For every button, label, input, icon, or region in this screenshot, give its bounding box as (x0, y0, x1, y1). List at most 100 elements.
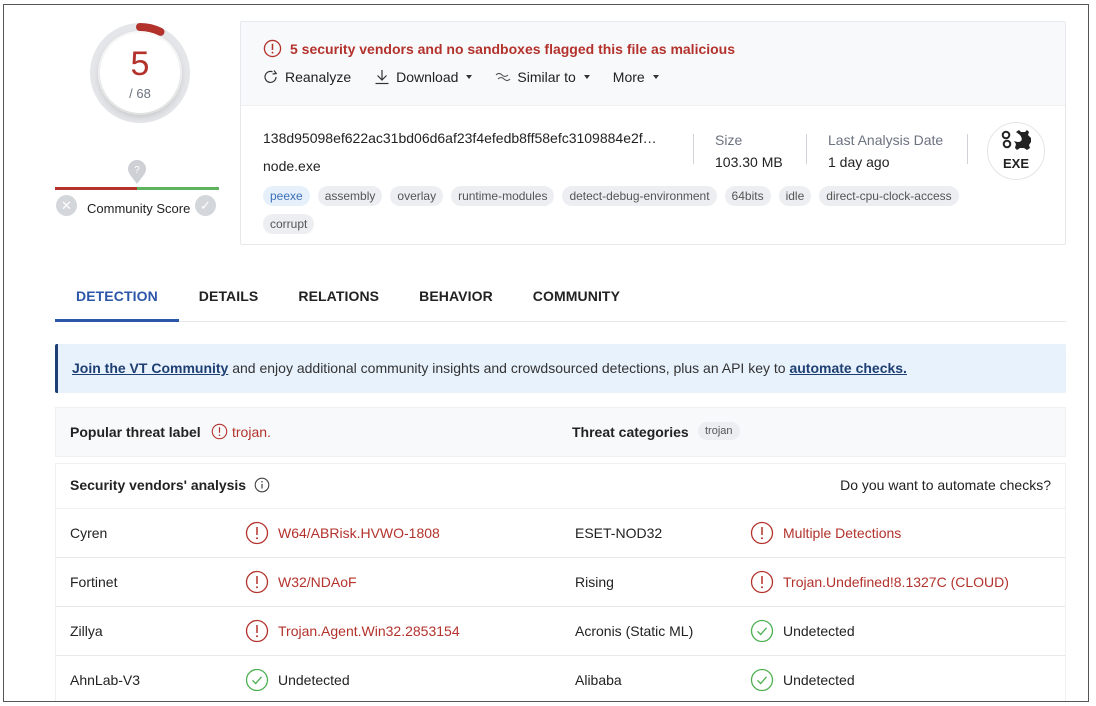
popular-threat-text: trojan. (232, 423, 271, 440)
file-hash[interactable]: 138d95098ef622ac31bd06d6af23f4efedb8ff58… (263, 130, 657, 146)
check-icon-wrap (750, 619, 774, 643)
reanalyze-label: Reanalyze (285, 69, 352, 85)
last-analysis-label: Last Analysis Date (828, 132, 944, 148)
chevron-down-icon (652, 75, 659, 79)
vendor-name: Cyren (70, 525, 108, 541)
vendor-result[interactable]: Trojan.Undefined!8.1327C (CLOUD) (750, 570, 1009, 594)
vendor-result[interactable]: W32/NDAoF (245, 570, 357, 594)
file-tag[interactable]: runtime-modules (451, 186, 555, 206)
community-score-pin-glyph: ? (134, 165, 140, 176)
vendors-header: Security vendors' analysis Do you want t… (55, 463, 1066, 508)
threat-summary: Popular threat label trojan. Threat cate… (55, 407, 1066, 457)
more-button[interactable]: More (613, 69, 659, 85)
alert-icon-wrap (245, 619, 269, 643)
file-tag[interactable]: corrupt (263, 214, 315, 234)
alert-icon (245, 570, 269, 594)
exe-gears-icon (1001, 130, 1031, 150)
automate-checks-link[interactable]: automate checks. (789, 360, 907, 376)
file-type-label: EXE (1002, 156, 1029, 171)
vendor-result[interactable]: Trojan.Agent.Win32.2853154 (245, 619, 460, 643)
alert-icon-wrap (750, 521, 774, 545)
download-button[interactable]: Download (374, 69, 473, 85)
vendor-result[interactable]: Multiple Detections (750, 521, 901, 545)
tab-behavior[interactable]: BEHAVIOR (399, 273, 513, 321)
file-tags: peexe assembly overlay runtime-modules detec… (263, 186, 1023, 242)
file-tag[interactable]: detect-debug-environment (562, 186, 717, 206)
vendor-result-text: W32/NDAoF (278, 574, 357, 590)
tab-bar: DETECTION DETAILS RELATIONS BEHAVIOR COMMUNI… (55, 273, 1066, 322)
vendor-name: Zillya (70, 623, 103, 639)
popular-threat-value[interactable]: trojan. (211, 423, 271, 440)
file-tag[interactable]: assembly (317, 186, 383, 206)
check-circle-icon (245, 668, 269, 692)
table-row: Cyren W64/ABRisk.HVWO-1808 ESET-NOD32 Multi… (56, 509, 1065, 558)
vendor-result[interactable]: W64/ABRisk.HVWO-1808 (245, 521, 440, 545)
vendor-name: ESET-NOD32 (575, 525, 663, 541)
file-name: node.exe (263, 158, 321, 174)
last-analysis-value: 1 day ago (828, 154, 890, 170)
tab-relations[interactable]: RELATIONS (278, 273, 399, 321)
alert-icon-wrap (245, 570, 269, 594)
vendor-name: AhnLab-V3 (70, 672, 141, 688)
size-value: 103.30 MB (715, 154, 783, 170)
reanalyze-button[interactable]: Reanalyze (263, 69, 351, 85)
threat-categories-label: Threat categories (572, 424, 689, 440)
similar-icon (496, 72, 511, 82)
alert-icon (750, 521, 774, 545)
vendor-result: Undetected (245, 668, 350, 692)
malicious-alert: 5 security vendors and no sandboxes flag… (263, 39, 1065, 58)
detection-score-center: 5 / 68 (100, 33, 180, 113)
vendor-result-text: Undetected (783, 672, 855, 688)
divider (693, 134, 694, 164)
engine-total: / 68 (129, 86, 151, 101)
vendor-name: Rising (575, 574, 614, 590)
banner-text: and enjoy additional community insights … (228, 360, 790, 376)
vendors-table: Cyren W64/ABRisk.HVWO-1808 ESET-NOD32 Multi… (55, 508, 1066, 701)
vendor-result: Undetected (750, 619, 855, 643)
community-dislike-button[interactable]: ✕ (56, 195, 77, 216)
download-icon (375, 70, 389, 85)
similar-to-button[interactable]: Similar to (495, 69, 590, 85)
alert-icon-wrap (245, 521, 269, 545)
popular-threat-label: Popular threat label (70, 424, 201, 440)
chevron-down-icon (466, 75, 473, 79)
tab-community[interactable]: COMMUNITY (513, 273, 640, 321)
file-tag[interactable]: 64bits (724, 186, 771, 206)
alert-icon (245, 521, 269, 545)
vendor-result-text: W64/ABRisk.HVWO-1808 (278, 525, 440, 541)
community-score-pin-icon: ? (128, 160, 146, 184)
divider (806, 134, 807, 164)
vendor-name: Acronis (Static ML) (575, 623, 694, 639)
file-tag[interactable]: idle (778, 186, 812, 206)
check-icon-wrap (245, 668, 269, 692)
tab-detection[interactable]: DETECTION (55, 273, 179, 322)
check-circle-icon (750, 668, 774, 692)
threat-category-tag[interactable]: trojan (698, 422, 740, 440)
vendors-title: Security vendors' analysis (70, 477, 270, 493)
chevron-down-icon (583, 75, 590, 79)
detection-score-widget: 5 / 68 (88, 21, 192, 125)
file-tag[interactable]: peexe (263, 186, 310, 206)
file-summary-card: 5 security vendors and no sandboxes flag… (240, 21, 1066, 245)
detection-count: 5 (130, 45, 150, 83)
community-score-bar-positive (137, 187, 219, 190)
tab-details[interactable]: DETAILS (179, 273, 279, 321)
file-actions-toolbar: Reanalyze Download Similar to More (263, 69, 1065, 85)
automate-checks-prompt[interactable]: Do you want to automate checks? (840, 477, 1051, 493)
community-like-button[interactable]: ✓ (195, 195, 216, 216)
vendor-name: Fortinet (70, 574, 118, 590)
check-circle-icon (750, 619, 774, 643)
table-row: Zillya Trojan.Agent.Win32.2853154 Acronis … (56, 607, 1065, 656)
page-frame: 5 / 68 ? ✕ Community Score ✓ 5 security … (3, 4, 1089, 702)
table-row: AhnLab-V3 Undetected Alibaba Undetected (56, 656, 1065, 701)
file-summary-header: 5 security vendors and no sandboxes flag… (241, 22, 1065, 106)
vendor-result-text: Undetected (278, 672, 350, 688)
file-tag[interactable]: direct-cpu-clock-access (819, 186, 959, 206)
file-tag[interactable]: overlay (390, 186, 444, 206)
join-community-link[interactable]: Join the VT Community (72, 360, 228, 376)
info-icon[interactable] (254, 477, 270, 493)
community-score-bar-negative (55, 187, 137, 190)
vendor-result-text: Trojan.Undefined!8.1327C (CLOUD) (783, 574, 1009, 590)
alert-icon (750, 570, 774, 594)
community-score-bar (55, 187, 219, 190)
